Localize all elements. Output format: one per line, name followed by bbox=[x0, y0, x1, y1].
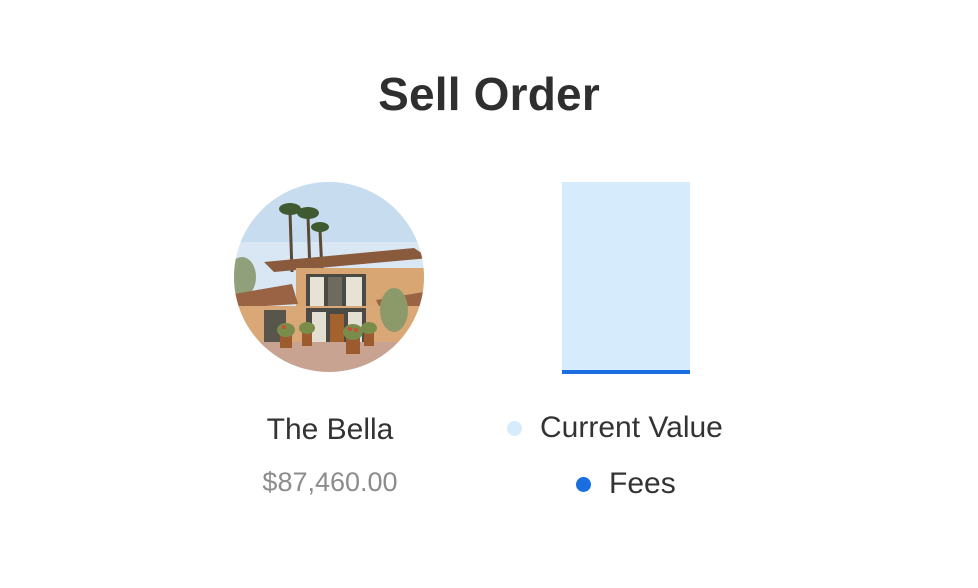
chart-legend: Current Value Fees bbox=[500, 406, 760, 518]
bar-fees bbox=[562, 370, 690, 374]
legend-item-current-value: Current Value bbox=[500, 406, 760, 450]
legend-label: Fees bbox=[609, 467, 676, 500]
page-title: Sell Order bbox=[378, 68, 600, 120]
value-bar-chart bbox=[562, 182, 690, 374]
fees-dot-icon bbox=[576, 476, 591, 492]
property-photo bbox=[234, 182, 424, 372]
property-price: $87,460.00 bbox=[262, 467, 398, 497]
bar-current-value bbox=[562, 182, 690, 370]
legend-label: Current Value bbox=[540, 411, 723, 444]
legend-item-fees: Fees bbox=[500, 462, 760, 506]
current-value-dot-icon bbox=[507, 420, 522, 436]
property-name: The Bella bbox=[266, 413, 394, 446]
